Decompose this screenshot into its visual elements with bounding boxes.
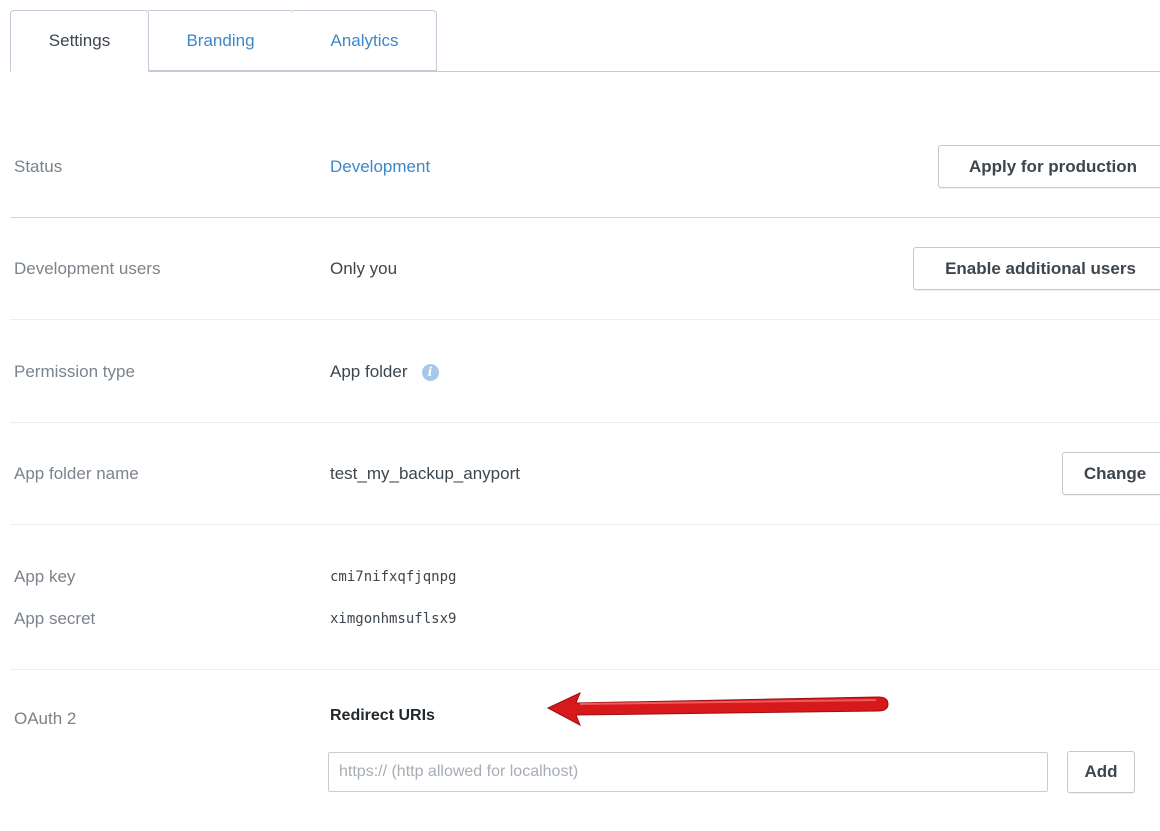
app-key-value: cmi7nifxqfjqnpg (330, 569, 457, 585)
tab-bar-divider (10, 71, 1160, 72)
info-icon[interactable]: i (421, 364, 439, 381)
enable-additional-users-button[interactable]: Enable additional users (913, 247, 1160, 290)
dev-users-label: Development users (14, 259, 161, 278)
annotation-arrow-icon (546, 692, 889, 727)
permission-label: Permission type (14, 362, 135, 381)
permission-value-wrap: App folder i (330, 362, 439, 382)
redirect-uri-input[interactable] (328, 752, 1048, 792)
divider (10, 422, 1160, 423)
dev-users-value: Only you (330, 259, 398, 278)
tab-settings[interactable]: Settings (10, 10, 149, 72)
tab-branding[interactable]: Branding (148, 10, 294, 71)
app-folder-label: App folder name (14, 464, 139, 483)
oauth-label: OAuth 2 (14, 709, 77, 728)
status-label: Status (14, 157, 63, 176)
divider (10, 319, 1160, 320)
app-folder-value: test_my_backup_anyport (330, 464, 520, 483)
app-secret-label: App secret (14, 609, 96, 628)
divider (10, 217, 1160, 218)
divider (10, 524, 1160, 525)
redirect-uris-title: Redirect URIs (330, 707, 435, 724)
change-folder-button[interactable]: Change (1062, 452, 1160, 495)
status-value[interactable]: Development (330, 157, 430, 177)
divider (10, 669, 1160, 670)
tab-analytics[interactable]: Analytics (293, 10, 437, 71)
app-settings-page: Settings Branding Analytics Status Devel… (0, 0, 1160, 831)
app-secret-value: ximgonhmsuflsx9 (330, 611, 457, 627)
apply-for-production-button[interactable]: Apply for production (938, 145, 1160, 188)
permission-value: App folder (330, 362, 408, 381)
tab-bar: Settings Branding Analytics (10, 10, 1160, 72)
app-key-label: App key (14, 567, 76, 586)
add-redirect-uri-button[interactable]: Add (1067, 751, 1135, 793)
